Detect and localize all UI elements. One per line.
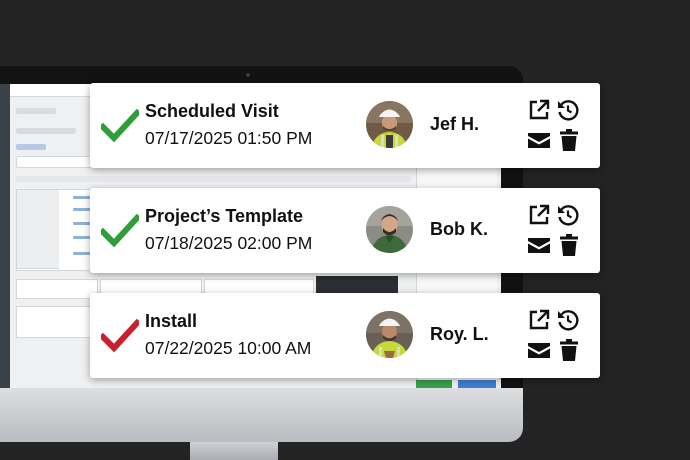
app-table-cell <box>17 190 59 217</box>
app-checkbox-placeholder <box>16 144 46 150</box>
monitor-stand <box>190 442 278 460</box>
app-green-button <box>416 380 452 388</box>
history-icon[interactable] <box>556 203 580 227</box>
history-icon[interactable] <box>556 98 580 122</box>
assignee-avatar <box>366 311 413 358</box>
envelope-icon[interactable] <box>527 338 551 362</box>
appointment-title: Scheduled Visit <box>145 101 279 121</box>
app-subheading-placeholder <box>16 128 76 134</box>
assignee-name: Bob K. <box>430 219 488 239</box>
external-link-icon[interactable] <box>527 203 551 227</box>
green-check-icon <box>101 109 139 143</box>
trash-icon[interactable] <box>557 233 581 257</box>
envelope-icon[interactable] <box>527 128 551 152</box>
external-link-icon[interactable] <box>527 98 551 122</box>
appointment-datetime: 07/17/2025 01:50 PM <box>145 128 313 148</box>
app-summary-box <box>16 279 98 299</box>
app-blue-button <box>458 380 496 388</box>
appointment-card[interactable]: Install 07/22/2025 10:00 AM Roy. L. <box>90 293 600 378</box>
appointment-datetime: 07/22/2025 10:00 AM <box>145 338 312 358</box>
app-heading-placeholder <box>16 108 56 114</box>
app-table-cell <box>17 242 59 269</box>
monitor-chin <box>0 388 523 442</box>
assignee-avatar <box>366 101 413 148</box>
assignee-avatar <box>366 206 413 253</box>
envelope-icon[interactable] <box>527 233 551 257</box>
appointment-title: Install <box>145 311 198 331</box>
trash-icon[interactable] <box>557 128 581 152</box>
app-table-header <box>16 176 411 182</box>
webcam <box>246 73 250 77</box>
trash-icon[interactable] <box>557 338 581 362</box>
assignee-name: Roy. L. <box>430 324 489 344</box>
external-link-icon[interactable] <box>527 308 551 332</box>
appointment-card[interactable]: Project’s Template 07/18/2025 02:00 PM B… <box>90 188 600 273</box>
appointment-card[interactable]: Scheduled Visit 07/17/2025 01:50 PM Jef … <box>90 83 600 168</box>
appointment-datetime: 07/18/2025 02:00 PM <box>145 233 313 253</box>
assignee-name: Jef H. <box>430 114 480 134</box>
app-sidebar <box>0 84 10 388</box>
app-table-cell <box>17 216 59 243</box>
history-icon[interactable] <box>556 308 580 332</box>
red-check-icon <box>101 319 139 353</box>
green-check-icon <box>101 214 139 248</box>
appointment-title: Project’s Template <box>145 206 304 226</box>
